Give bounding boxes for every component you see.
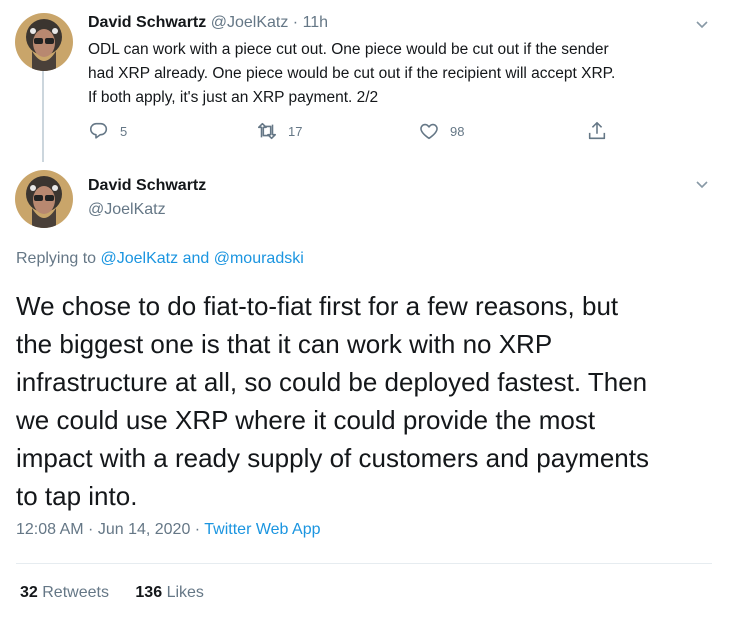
divider [16,563,712,564]
tweet1-actions: 5 17 98 [88,120,628,144]
replying-and[interactable]: and [183,250,210,267]
mention-link[interactable]: @mouradski [214,250,304,267]
chevron-down-icon[interactable] [694,177,710,193]
replying-to: Replying to @JoelKatz and @mouradski [16,250,304,268]
timestamp[interactable]: 12:08 AM · Jun 14, 2020 [16,521,190,538]
like-icon [420,123,438,140]
tweet-text-line: impact with a ready supply of customers … [16,443,649,473]
tweet-time[interactable]: 11h [303,14,329,31]
tweet-meta: 12:08 AM · Jun 14, 2020 · Twitter Web Ap… [16,521,320,539]
retweets-stat[interactable]: 32 Retweets [20,584,113,601]
replying-to-label: Replying to [16,250,97,267]
tweet-text-line: the biggest one is that it can work with… [16,329,553,359]
tweet2-header: David Schwartz @JoelKatz [88,177,206,219]
retweet-count: 17 [288,123,303,139]
like-count: 98 [450,123,465,139]
username[interactable]: @JoelKatz [88,201,206,219]
engagement-stats: 32 Retweets 136 Likes [20,584,204,602]
tweet-text-line: to tap into. [16,481,138,511]
reply-count: 5 [120,123,128,139]
tweet-text-line: If both apply, it's just an XRP payment.… [88,89,379,106]
tweet-text-line: ODL can work with a piece cut out. One p… [88,41,609,58]
tweet-text-line: infrastructure at all, so could be deplo… [16,367,648,397]
retweet-button[interactable]: 17 [256,120,302,142]
like-button[interactable]: 98 [418,120,464,142]
likes-label: Likes [166,584,204,601]
source-link[interactable]: Twitter Web App [204,521,320,538]
reply-button[interactable]: 5 [88,120,127,142]
avatar[interactable] [15,170,73,228]
retweet-icon [257,122,277,140]
tweet-text-line: had XRP already. One piece would be cut … [88,65,616,82]
meta-separator: · [194,521,201,538]
display-name[interactable]: David Schwartz [88,177,206,195]
avatar[interactable] [15,13,73,71]
mention-link[interactable]: @JoelKatz [101,250,179,267]
tweet-text-line: We chose to do fiat-to-fiat first for a … [16,291,619,321]
tweet1-text: ODL can work with a piece cut out. One p… [88,38,728,110]
share-icon [588,121,606,140]
thread-connector-line [42,70,44,162]
likes-count: 136 [135,584,163,601]
tweet1-header: David Schwartz @JoelKatz · 11h [88,14,328,32]
likes-stat[interactable]: 136 Likes [135,584,204,601]
tweet2-text: We chose to do fiat-to-fiat first for a … [16,287,726,515]
retweets-label: Retweets [42,584,109,601]
separator: · [292,14,299,31]
retweets-count: 32 [20,584,38,601]
share-button[interactable] [586,120,608,142]
tweet-text-line: we could use XRP where it could provide … [16,405,596,435]
username[interactable]: @JoelKatz [211,14,289,31]
reply-icon [89,122,108,139]
chevron-down-icon[interactable] [694,17,710,33]
display-name[interactable]: David Schwartz [88,14,206,31]
